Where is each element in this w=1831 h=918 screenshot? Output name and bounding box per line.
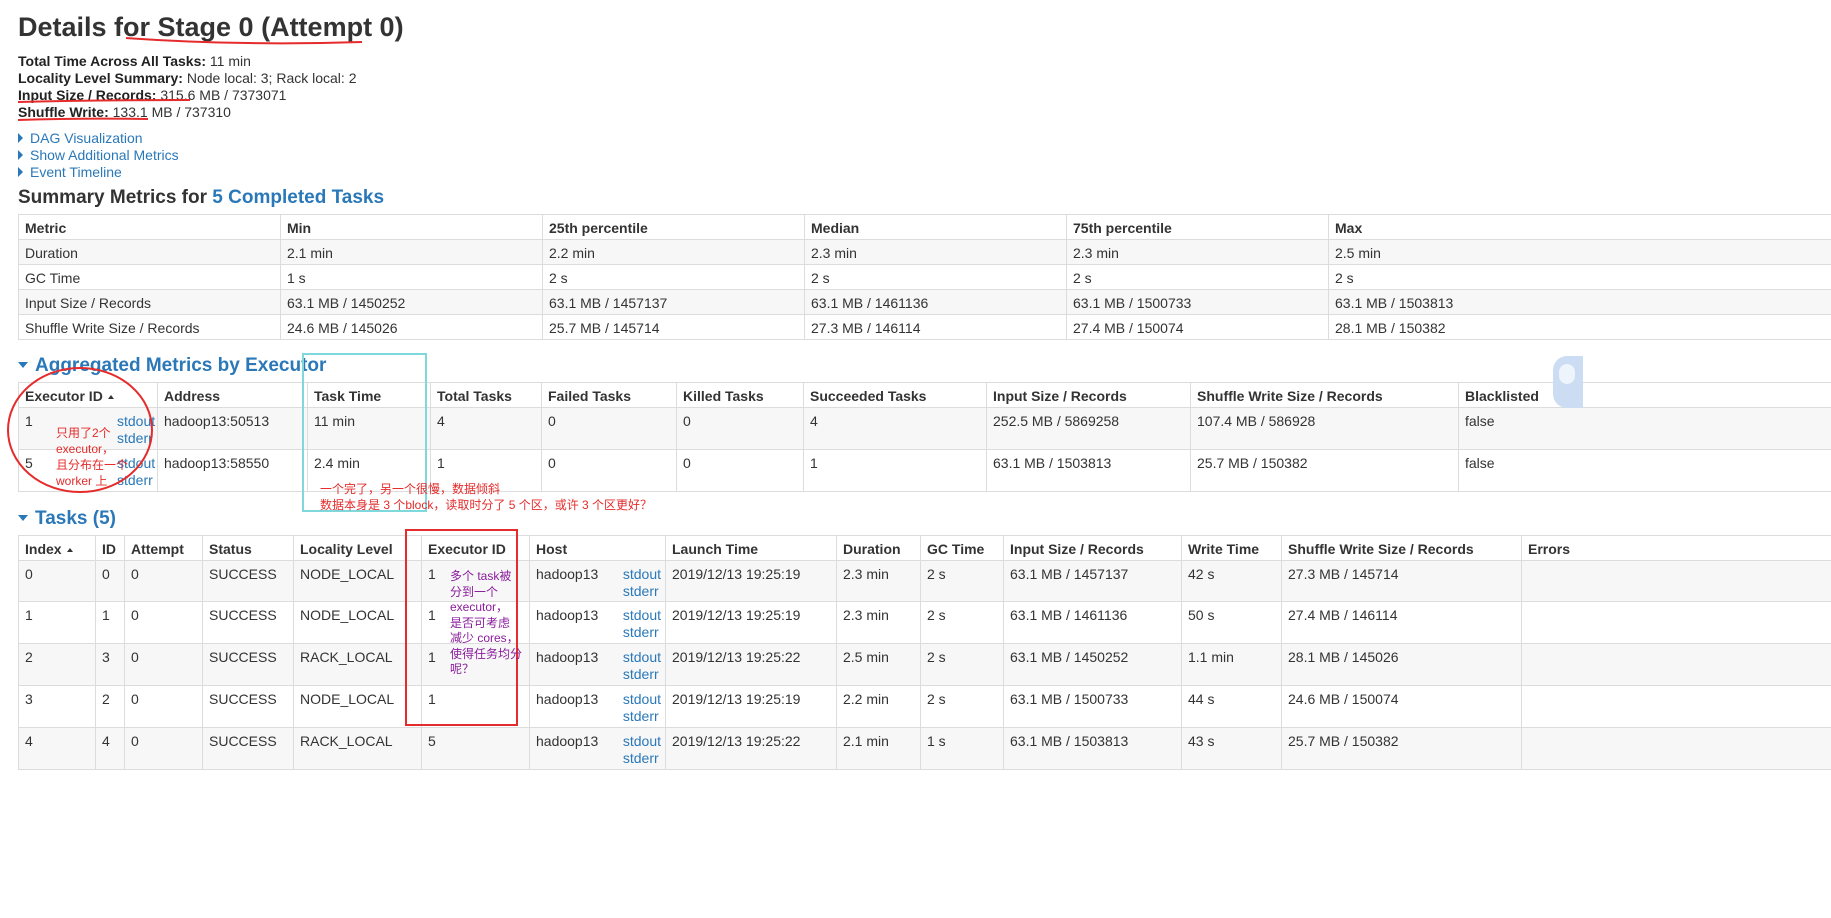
side-widget[interactable] [1553,356,1583,408]
title-underline [125,37,363,45]
executor-note: 只用了2个 executor， 且分布在一个 worker 上 [56,426,129,488]
avatar-icon [1559,364,1575,384]
input-size-underline [17,99,191,103]
annotation-overlay [7,37,518,726]
shuffle-write-underline [17,117,149,121]
executor-id-note: 多个 task被 分到一个 executor， 是否可考虑 减少 cores， … [450,569,523,676]
task-time-note: 一个完了，另一个很慢，数据倾斜 数据本身是 3 个block，读取时分了 5 个… [320,482,653,512]
